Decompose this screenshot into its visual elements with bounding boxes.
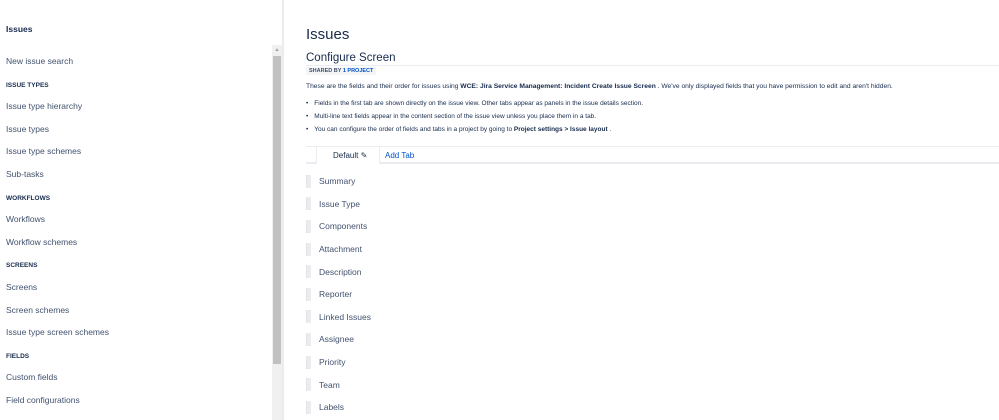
field-name: Labels: [319, 402, 345, 413]
field-name: Summary: [319, 176, 356, 187]
drag-handle-icon[interactable]: [306, 219, 311, 233]
section-title: Configure Screen: [306, 52, 999, 66]
page-title: Issues: [306, 26, 350, 43]
drag-handle-icon[interactable]: [306, 287, 311, 301]
field-name: Team: [319, 379, 340, 390]
sidebar-item-screens[interactable]: Screens: [6, 282, 109, 305]
field-name: Reporter: [319, 289, 353, 300]
shared-by-badge: SHARED BY 1 PROJECT: [306, 67, 377, 75]
scroll-up-arrow-icon[interactable]: ▲: [272, 47, 282, 53]
field-row[interactable]: Labels: [306, 396, 371, 419]
field-row[interactable]: Assignee: [306, 328, 371, 351]
sidebar-item-screen-schemes[interactable]: Screen schemes: [6, 305, 109, 328]
tab-default[interactable]: Default ✎: [316, 147, 380, 164]
screen-name: WCE: Jira Service Management: Incident C…: [460, 83, 656, 90]
field-list: Summary Issue Type Components Attachment Des…: [306, 170, 371, 419]
scrollbar-thumb[interactable]: [273, 56, 281, 364]
field-name: Components: [319, 221, 368, 232]
field-row[interactable]: Summary: [306, 170, 371, 193]
info-text: You can configure the order of fields an…: [314, 126, 514, 133]
drag-handle-icon[interactable]: [306, 332, 311, 346]
sidebar-item-new-issue-search[interactable]: New issue search: [6, 56, 109, 79]
field-row[interactable]: Reporter: [306, 283, 371, 306]
drag-handle-icon[interactable]: [306, 400, 311, 414]
desc-text: These are the fields and their order for…: [306, 83, 461, 90]
sidebar-section-heading: SCREENS: [6, 262, 38, 270]
field-row[interactable]: Priority: [306, 351, 371, 374]
sidebar-section-heading: FIELDS: [6, 352, 30, 360]
sidebar: Issues New issue search ISSUE TYPES Issue …: [0, 0, 284, 420]
sidebar-nav: New issue search ISSUE TYPES Issue type hi…: [6, 56, 109, 418]
sidebar-item-workflows[interactable]: Workflows: [6, 214, 109, 237]
field-name: Issue Type: [319, 198, 360, 209]
tab-label: Default: [333, 151, 359, 160]
drag-handle-icon[interactable]: [306, 265, 311, 279]
sidebar-item-issue-type-hierarchy[interactable]: Issue type hierarchy: [6, 101, 109, 124]
drag-handle-icon[interactable]: [306, 197, 311, 211]
pencil-icon[interactable]: ✎: [361, 151, 368, 160]
sidebar-item-custom-fields[interactable]: Custom fields: [6, 372, 109, 395]
drag-handle-icon[interactable]: [306, 355, 311, 369]
project-settings-path: Project settings > Issue layout: [513, 126, 608, 133]
field-name: Attachment: [319, 244, 362, 255]
sidebar-scrollbar[interactable]: ▲: [272, 45, 282, 420]
add-tab-button[interactable]: Add Tab: [385, 147, 414, 164]
sidebar-section-heading: ISSUE TYPES: [6, 81, 49, 89]
desc-text-end: . We've only displayed fields that you h…: [655, 83, 893, 90]
sidebar-item-issue-type-schemes[interactable]: Issue type schemes: [6, 146, 109, 169]
screen-description: These are the fields and their order for…: [306, 83, 893, 90]
sidebar-item-sub-tasks[interactable]: Sub-tasks: [6, 169, 109, 192]
field-row[interactable]: Description: [306, 260, 371, 283]
field-name: Assignee: [319, 334, 354, 345]
drag-handle-icon[interactable]: [306, 174, 311, 188]
info-item: Multi-line text fields appear in the con…: [306, 112, 643, 125]
field-name: Priority: [319, 357, 346, 368]
badge-label: SHARED BY: [309, 68, 343, 74]
drag-handle-icon[interactable]: [306, 310, 311, 324]
info-text-end: .: [607, 126, 612, 133]
sidebar-item-field-configurations[interactable]: Field configurations: [6, 395, 109, 418]
field-row[interactable]: Components: [306, 215, 371, 238]
field-row[interactable]: Team: [306, 373, 371, 396]
sidebar-item-issue-type-screen-schemes[interactable]: Issue type screen schemes: [6, 327, 109, 350]
field-row[interactable]: Issue Type: [306, 193, 371, 216]
sidebar-section-heading: WORKFLOWS: [6, 194, 51, 202]
drag-handle-icon[interactable]: [306, 378, 311, 392]
shared-projects-link[interactable]: 1 PROJECT: [343, 68, 374, 74]
sidebar-title: Issues: [6, 24, 33, 34]
info-list: Fields in the first tab are shown direct…: [306, 99, 643, 138]
screen-tabs: Default ✎ Add Tab: [306, 146, 999, 164]
field-name: Description: [319, 266, 362, 277]
info-item: Fields in the first tab are shown direct…: [306, 99, 643, 112]
sidebar-item-workflow-schemes[interactable]: Workflow schemes: [6, 237, 109, 260]
field-row[interactable]: Linked Issues: [306, 306, 371, 329]
drag-handle-icon[interactable]: [306, 242, 311, 256]
info-item: You can configure the order of fields an…: [306, 125, 643, 138]
field-name: Linked Issues: [319, 311, 371, 322]
field-row[interactable]: Attachment: [306, 238, 371, 261]
sidebar-item-issue-types[interactable]: Issue types: [6, 124, 109, 147]
